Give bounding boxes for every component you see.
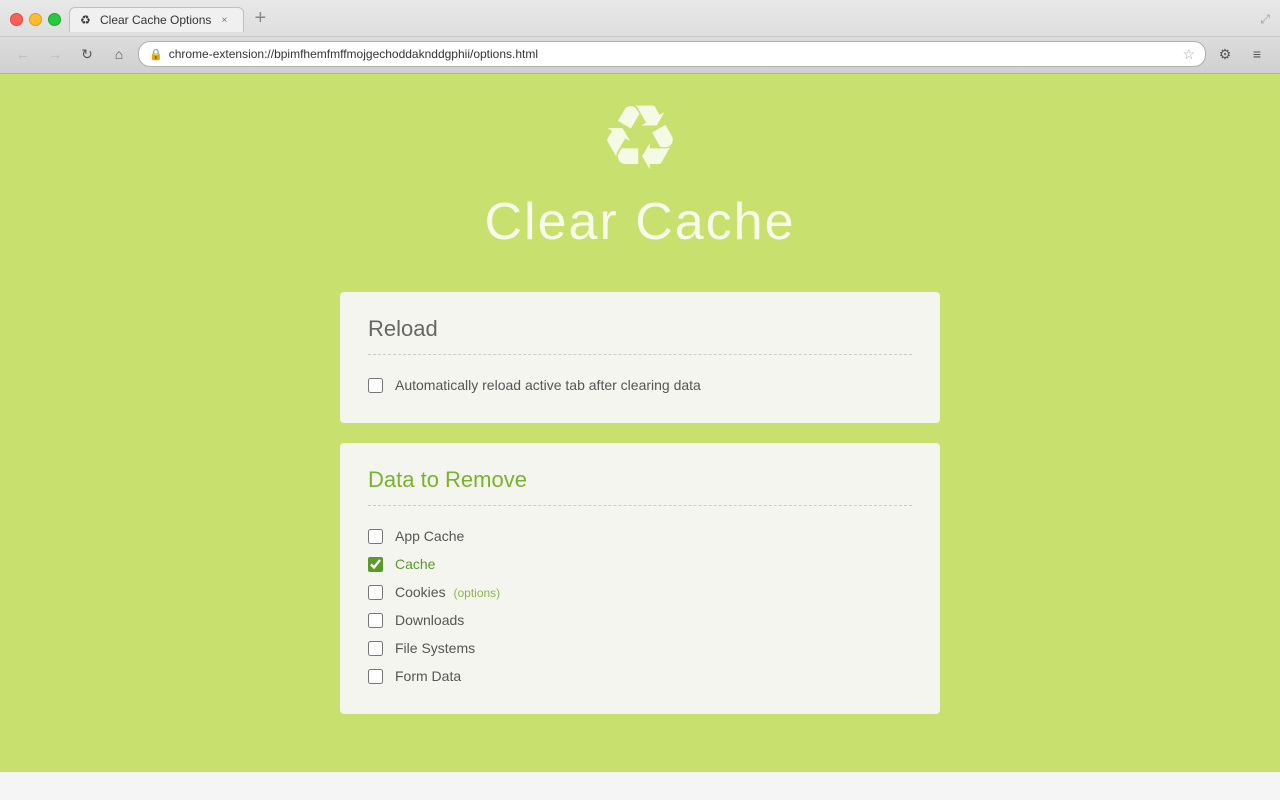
cookies-label[interactable]: Cookies (options): [395, 584, 500, 600]
tab-favicon-icon: ♻: [80, 13, 94, 27]
page-content: ♻ Clear Cache Reload Automatically reloa…: [0, 74, 1280, 772]
list-item: Cookies (options): [368, 578, 912, 606]
downloads-checkbox[interactable]: [368, 613, 383, 628]
app-title: Clear Cache: [484, 192, 795, 252]
form-data-label[interactable]: Form Data: [395, 668, 461, 684]
menu-icon: ≡: [1253, 46, 1261, 62]
reload-button[interactable]: ↻: [74, 41, 100, 67]
list-item: Cache: [368, 550, 912, 578]
extensions-icon: ⚙: [1219, 46, 1232, 63]
list-item: App Cache: [368, 522, 912, 550]
new-tab-button[interactable]: +: [248, 6, 272, 30]
app-cache-label[interactable]: App Cache: [395, 528, 464, 544]
form-data-checkbox[interactable]: [368, 669, 383, 684]
downloads-label[interactable]: Downloads: [395, 612, 464, 628]
reload-checkbox-label[interactable]: Automatically reload active tab after cl…: [395, 377, 701, 393]
list-item: Downloads: [368, 606, 912, 634]
address-bar[interactable]: 🔒 ☆: [138, 41, 1206, 67]
recycle-symbol: ♻: [600, 94, 681, 184]
forward-button[interactable]: →: [42, 41, 68, 67]
home-button[interactable]: ⌂: [106, 41, 132, 67]
reload-card: Reload Automatically reload active tab a…: [340, 292, 940, 423]
security-icon: 🔒: [149, 48, 163, 61]
url-input[interactable]: [169, 47, 1177, 61]
file-systems-label[interactable]: File Systems: [395, 640, 475, 656]
address-bar-row: ← → ↻ ⌂ 🔒 ☆ ⚙ ≡: [0, 36, 1280, 73]
bookmark-star-icon[interactable]: ☆: [1182, 46, 1195, 63]
app-header: ♻ Clear Cache: [484, 114, 795, 252]
maximize-button[interactable]: [48, 13, 61, 26]
active-tab[interactable]: ♻ Clear Cache Options ×: [69, 7, 244, 32]
browser-chrome: ♻ Clear Cache Options × + ⤢ ← → ↻ ⌂ 🔒 ☆: [0, 0, 1280, 74]
file-systems-checkbox[interactable]: [368, 641, 383, 656]
reload-card-title: Reload: [368, 316, 912, 355]
cache-label[interactable]: Cache: [395, 556, 435, 572]
close-button[interactable]: [10, 13, 23, 26]
tab-bar: ♻ Clear Cache Options × +: [69, 6, 1252, 32]
reload-checkbox[interactable]: [368, 378, 383, 393]
reload-checkbox-row: Automatically reload active tab after cl…: [368, 371, 912, 399]
tab-close-button[interactable]: ×: [217, 13, 231, 27]
window-controls: [10, 13, 61, 26]
reload-icon: ↻: [81, 46, 93, 63]
home-icon: ⌂: [115, 46, 123, 62]
back-button[interactable]: ←: [10, 41, 36, 67]
cookies-checkbox[interactable]: [368, 585, 383, 600]
list-item: File Systems: [368, 634, 912, 662]
tab-title: Clear Cache Options: [100, 13, 211, 27]
app-cache-checkbox[interactable]: [368, 529, 383, 544]
forward-icon: →: [48, 46, 62, 62]
cache-checkbox[interactable]: [368, 557, 383, 572]
back-icon: ←: [16, 46, 30, 62]
data-to-remove-card: Data to Remove App Cache Cache Cookies (…: [340, 443, 940, 714]
cookies-options-link[interactable]: (options): [453, 586, 500, 600]
title-bar: ♻ Clear Cache Options × + ⤢: [0, 0, 1280, 36]
menu-button[interactable]: ≡: [1244, 41, 1270, 67]
list-item: Form Data: [368, 662, 912, 690]
minimize-button[interactable]: [29, 13, 42, 26]
data-section-title: Data to Remove: [368, 467, 912, 506]
extensions-button[interactable]: ⚙: [1212, 41, 1238, 67]
window-expand-icon: ⤢: [1260, 12, 1270, 27]
